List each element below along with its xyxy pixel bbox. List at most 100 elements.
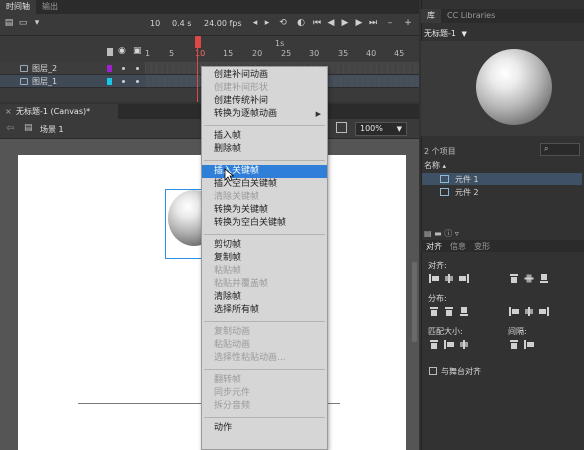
visibility-dot[interactable] [122, 80, 125, 83]
selection-bounding-box[interactable] [165, 189, 206, 259]
lock-icon[interactable]: ▣ [133, 46, 142, 56]
new-layer-icon[interactable]: ▤ [4, 18, 14, 28]
menu-item[interactable]: 转换为关键帧 [202, 204, 327, 217]
menu-item-label: 清除关键帧 [214, 192, 260, 202]
match-both-icon[interactable] [458, 339, 470, 350]
name-column-header[interactable]: 名称 ▴ [424, 160, 446, 171]
onion-skin-icon[interactable]: ◐ [296, 18, 306, 28]
align-middle-icon[interactable] [524, 273, 535, 285]
tab-transform[interactable]: 变形 [474, 241, 490, 252]
mouse-cursor-icon [224, 168, 234, 182]
trash-icon[interactable]: ▿ [455, 229, 459, 238]
distribute-hcenter-icon[interactable] [523, 306, 535, 317]
library-search-input[interactable]: ⌕ [540, 143, 580, 156]
eye-icon[interactable]: ◉ [118, 46, 126, 56]
menu-item-label: 创建补间动画 [214, 70, 269, 80]
menu-item[interactable]: 清除帧 [202, 291, 327, 304]
scene-name[interactable]: 场景 1 [40, 124, 64, 135]
delete-layer-icon[interactable]: ▾ [32, 18, 42, 28]
space-vertical-icon[interactable] [508, 339, 520, 350]
rewind-icon[interactable]: ⏮ [312, 18, 322, 28]
layer-color-swatch[interactable] [107, 78, 112, 85]
layer-color-swatch[interactable] [107, 65, 112, 72]
tab-output[interactable]: 输出 [36, 0, 64, 14]
menu-item[interactable]: 动作 [202, 422, 327, 435]
tab-cc-libraries[interactable]: CC Libraries [441, 9, 501, 23]
tab-library[interactable]: 库 [421, 9, 441, 23]
fast-forward-icon[interactable]: ⏭ [368, 18, 378, 28]
distribute-left-icon[interactable] [508, 306, 520, 317]
align-top-icon[interactable] [508, 273, 520, 284]
back-arrow-icon[interactable]: ⇦ [6, 123, 14, 134]
properties-icon[interactable]: ⓘ [444, 229, 452, 238]
plus-icon[interactable]: + [403, 18, 413, 28]
menu-item[interactable]: 剪切帧 [202, 239, 327, 252]
align-bottom-icon[interactable] [538, 273, 550, 284]
document-tab[interactable]: × 无标题-1 (Canvas)* [0, 104, 118, 119]
frame-rate[interactable]: 24.00 fps [204, 19, 242, 28]
step-forward-icon[interactable]: ▸ [262, 18, 272, 28]
visibility-dot[interactable] [122, 67, 125, 70]
new-folder-icon[interactable]: ▬ [434, 229, 442, 238]
menu-separator [204, 417, 325, 418]
vertical-scrollbar[interactable] [412, 262, 417, 342]
align-label: 对齐: [428, 261, 447, 270]
match-width-icon[interactable] [428, 339, 440, 350]
tab-align[interactable]: 对齐 [426, 241, 442, 252]
ruler-label: 5 [169, 49, 175, 58]
play-icon[interactable]: ▶ [340, 18, 350, 28]
folder-icon[interactable]: ▭ [18, 18, 28, 28]
lock-dot[interactable] [136, 67, 139, 70]
align-right-icon[interactable] [458, 273, 470, 284]
menu-item: 同步元件 [202, 387, 327, 400]
frame-ruler[interactable]: 1 5 10 15 20 25 30 35 40 45 1s [145, 36, 419, 60]
layer-row[interactable]: 图层_1 [0, 75, 145, 88]
space-horizontal-icon[interactable] [523, 339, 535, 350]
lock-dot[interactable] [136, 80, 139, 83]
close-icon[interactable]: × [5, 104, 12, 119]
menu-item-label: 复制帧 [214, 253, 242, 263]
layer-row[interactable]: 图层_2 [0, 62, 145, 75]
new-symbol-icon[interactable]: ▤ [424, 229, 432, 238]
distribute-bottom-icon[interactable] [458, 306, 470, 317]
align-center-icon[interactable] [443, 273, 455, 284]
movieclip-icon [440, 175, 449, 183]
menu-item-label: 创建传统补间 [214, 96, 269, 106]
library-item[interactable]: 元件 1 [422, 173, 582, 185]
seconds-marker: 1s [275, 39, 285, 48]
tab-timeline[interactable]: 时间轴 [0, 0, 36, 14]
menu-item[interactable]: 创建补间动画 [202, 69, 327, 82]
match-height-icon[interactable] [443, 339, 455, 350]
menu-item[interactable]: 插入帧 [202, 130, 327, 143]
menu-item-label: 粘贴帧 [214, 266, 242, 276]
loop-icon[interactable]: ⟲ [278, 18, 288, 28]
prev-frame-icon[interactable]: ◀ [326, 18, 336, 28]
document-title: 无标题-1 (Canvas)* [16, 107, 91, 116]
clip-stage-icon[interactable] [336, 122, 347, 133]
align-to-stage-checkbox[interactable] [429, 367, 437, 375]
menu-item[interactable]: 插入关键帧 [202, 165, 327, 178]
menu-item[interactable]: 复制帧 [202, 252, 327, 265]
distribute-right-icon[interactable] [538, 306, 550, 317]
align-left-icon[interactable] [428, 273, 440, 284]
tab-info[interactable]: 信息 [450, 241, 466, 252]
zoom-select[interactable]: 100% ▼ [355, 122, 407, 136]
distribute-vcenter-icon[interactable] [443, 306, 455, 317]
movieclip-icon [440, 188, 449, 196]
menu-item[interactable]: 插入空白关键帧 [202, 178, 327, 191]
menu-item[interactable]: 创建传统补间 [202, 95, 327, 108]
step-back-icon[interactable]: ◂ [250, 18, 260, 28]
menu-item: 清除关键帧 [202, 191, 327, 204]
menu-item[interactable]: 转换为逐帧动画 ▶ [202, 108, 327, 121]
next-frame-icon[interactable]: ▶ [354, 18, 364, 28]
chevron-down-icon: ▼ [461, 30, 467, 38]
minus-icon[interactable]: – [385, 18, 395, 28]
highlight-layer-icon[interactable] [107, 48, 113, 56]
distribute-top-icon[interactable] [428, 306, 440, 317]
menu-item[interactable]: 转换为空白关键帧 [202, 217, 327, 230]
menu-item[interactable]: 选择所有帧 [202, 304, 327, 317]
library-document-select[interactable]: 无标题-1 ▼ [424, 28, 467, 39]
menu-item-label: 转换为关键帧 [214, 205, 269, 215]
library-item[interactable]: 元件 2 [422, 186, 582, 198]
menu-item[interactable]: 删除帧 [202, 143, 327, 156]
